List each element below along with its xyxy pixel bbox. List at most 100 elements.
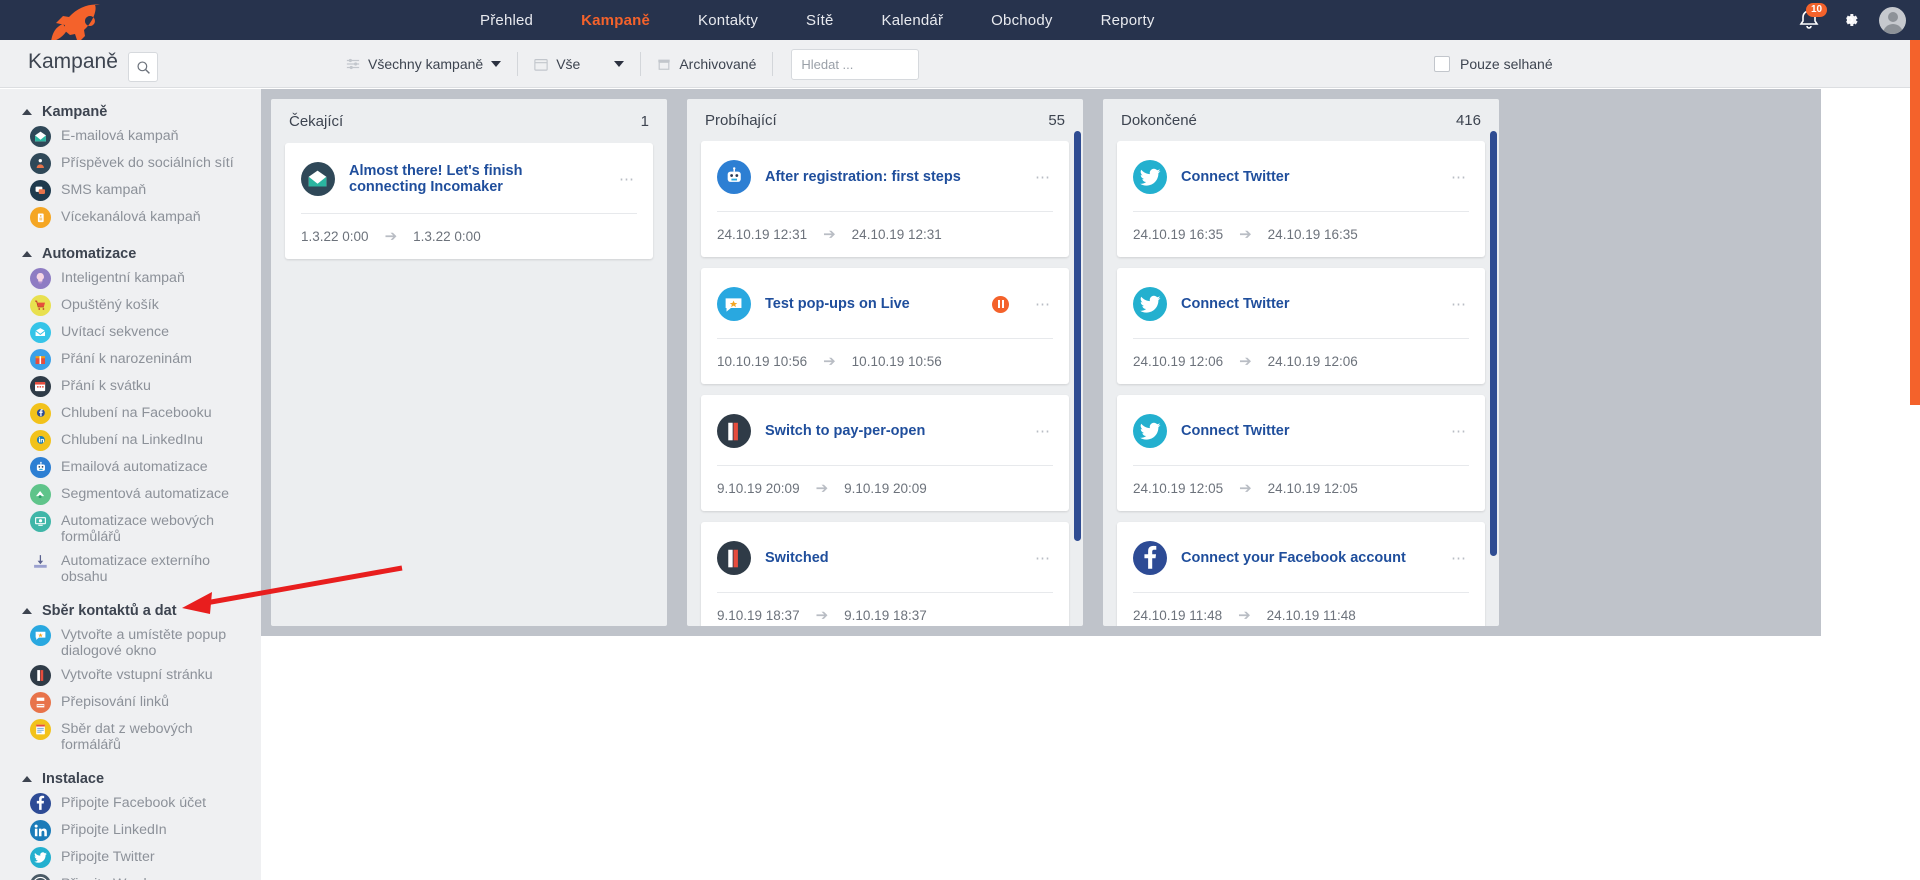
sidebar-item[interactable]: Sběr dat z webových formálářů bbox=[0, 716, 261, 756]
card-date-to: 24.10.19 16:35 bbox=[1267, 226, 1358, 242]
campaign-card[interactable]: Connect Twitter ⋯ 24.10.19 16:35 ➔ 24.10… bbox=[1117, 141, 1485, 258]
sidebar-item[interactable]: Připojte Facebook účet bbox=[0, 790, 261, 817]
sidebar-item[interactable]: Chlubení na LinkedInu bbox=[0, 427, 261, 454]
card-menu-button[interactable]: ⋯ bbox=[1449, 549, 1469, 567]
card-title[interactable]: Almost there! Let's finish connecting In… bbox=[349, 163, 603, 195]
sidebar-item[interactable]: E-mailová kampaň bbox=[0, 123, 261, 150]
sidebar-item-label: Příspěvek do sociálních sítí bbox=[61, 155, 234, 171]
card-title[interactable]: Connect Twitter bbox=[1181, 423, 1435, 439]
sidebar-item[interactable]: Přání k narozeninám bbox=[0, 346, 261, 373]
segment-automation-icon bbox=[30, 484, 51, 505]
sidebar-item-label: Automatizace webových formůlářů bbox=[61, 513, 214, 545]
twitter-icon bbox=[1133, 287, 1167, 322]
nav-link-kontakty[interactable]: Kontakty bbox=[698, 12, 758, 29]
card-menu-button[interactable]: ⋯ bbox=[1033, 549, 1053, 567]
card-header: Connect Twitter ⋯ bbox=[1133, 282, 1469, 326]
sidebar-item[interactable]: Uvítací sekvence bbox=[0, 319, 261, 346]
board-column: Probíhající 55 After registration: first … bbox=[687, 99, 1083, 626]
calendar-icon bbox=[534, 59, 548, 71]
column-title: Dokončené bbox=[1121, 111, 1197, 129]
card-title[interactable]: Connect Twitter bbox=[1181, 169, 1435, 185]
campaign-card[interactable]: Connect Twitter ⋯ 24.10.19 12:06 ➔ 24.10… bbox=[1117, 268, 1485, 385]
sidebar-item[interactable]: W Připojte Wordpress bbox=[0, 871, 261, 880]
page-scrollbar[interactable] bbox=[1910, 40, 1920, 405]
failed-only-checkbox[interactable] bbox=[1434, 56, 1450, 72]
nav-link-kampane[interactable]: Kampaně bbox=[581, 12, 650, 29]
notifications-button[interactable]: 10 bbox=[1797, 3, 1828, 32]
sidebar-item[interactable]: Chlubení na Facebooku bbox=[0, 400, 261, 427]
arrow-right-icon: ➔ bbox=[384, 228, 398, 245]
nav-link-site[interactable]: Sítě bbox=[806, 12, 833, 29]
card-title[interactable]: After registration: first steps bbox=[765, 169, 1019, 185]
campaign-card[interactable]: Almost there! Let's finish connecting In… bbox=[285, 143, 653, 259]
card-menu-button[interactable]: ⋯ bbox=[1449, 295, 1469, 313]
sidebar-group-header-3[interactable]: Instalace bbox=[0, 768, 261, 790]
sidebar-item[interactable]: Vícekanálová kampaň bbox=[0, 204, 261, 231]
search-input[interactable]: Hledat ... bbox=[791, 48, 920, 80]
sidebar-group: Sběr kontaktů a dat Vytvořte a umístěte p… bbox=[0, 600, 261, 756]
linkedin-icon bbox=[30, 820, 51, 841]
sidebar-item[interactable]: Inteligentní kampaň bbox=[0, 265, 261, 292]
sidebar-group-header-0[interactable]: Kampaně bbox=[0, 101, 261, 123]
card-dates: 9.10.19 20:09 ➔ 9.10.19 20:09 bbox=[717, 466, 1053, 511]
sidebar-item[interactable]: Automatizace webových formůlářů bbox=[0, 508, 261, 548]
sidebar-group-header-2[interactable]: Sběr kontaktů a dat bbox=[0, 600, 261, 622]
app-logo[interactable] bbox=[0, 0, 160, 42]
sidebar-item[interactable]: Vytvořte a umístěte popup dialogové okno bbox=[0, 622, 261, 662]
card-date-to: 24.10.19 12:06 bbox=[1267, 353, 1358, 369]
sidebar-item[interactable]: Přání k svátku bbox=[0, 373, 261, 400]
user-avatar[interactable] bbox=[1879, 6, 1906, 34]
linkedin-brag-icon bbox=[30, 430, 51, 451]
card-title[interactable]: Connect Twitter bbox=[1181, 296, 1435, 312]
card-menu-button[interactable]: ⋯ bbox=[617, 170, 637, 188]
facebook-icon bbox=[30, 793, 51, 814]
sidebar-item[interactable]: Připojte Twitter bbox=[0, 844, 261, 871]
nav-link-obchody[interactable]: Obchody bbox=[991, 12, 1052, 29]
column-scrollbar[interactable] bbox=[1074, 131, 1081, 541]
campaign-card[interactable]: After registration: first steps ⋯ 24.10.… bbox=[701, 141, 1069, 258]
campaign-card[interactable]: Connect your Facebook account ⋯ 24.10.19… bbox=[1117, 522, 1485, 626]
sidebar-item[interactable]: Příspěvek do sociálních sítí bbox=[0, 150, 261, 177]
campaign-board: Čekající 1 Almost there! Let's finish con… bbox=[261, 89, 1920, 880]
sidebar-item-label: Segmentová automatizace bbox=[61, 486, 229, 502]
campaign-card[interactable]: Switched ⋯ 9.10.19 18:37 ➔ 9.10.19 18:37 bbox=[701, 522, 1069, 626]
card-header: Connect Twitter ⋯ bbox=[1133, 155, 1469, 199]
filter-archived[interactable]: Archivované bbox=[641, 56, 772, 72]
campaign-card[interactable]: Connect Twitter ⋯ 24.10.19 12:05 ➔ 24.10… bbox=[1117, 395, 1485, 512]
sidebar-item[interactable]: SMS kampaň bbox=[0, 177, 261, 204]
title-search-button[interactable] bbox=[128, 52, 158, 82]
sidebar-item[interactable]: Emailová automatizace bbox=[0, 454, 261, 481]
card-dates: 1.3.22 0:00 ➔ 1.3.22 0:00 bbox=[301, 214, 637, 259]
gear-icon[interactable] bbox=[1839, 9, 1861, 31]
top-navigation-bar: Přehled Kampaně Kontakty Sítě Kalendář O… bbox=[0, 0, 1920, 42]
nav-link-prehled[interactable]: Přehled bbox=[480, 12, 533, 29]
card-menu-button[interactable]: ⋯ bbox=[1033, 168, 1053, 186]
sidebar-item[interactable]: Přepisování linků bbox=[0, 689, 261, 716]
campaign-card[interactable]: Switch to pay-per-open ⋯ 9.10.19 20:09 ➔… bbox=[701, 395, 1069, 512]
card-menu-button[interactable]: ⋯ bbox=[1449, 422, 1469, 440]
filter-all-campaigns[interactable]: Všechny kampaně bbox=[330, 56, 517, 72]
nav-link-reporty[interactable]: Reporty bbox=[1101, 12, 1155, 29]
filter-date-range[interactable]: Vše bbox=[518, 56, 640, 72]
card-menu-button[interactable]: ⋯ bbox=[1449, 168, 1469, 186]
sidebar-item-label: Opuštěný košík bbox=[61, 297, 159, 313]
campaign-card[interactable]: Test pop-ups on Live ⋯ 10.10.19 10:56 ➔ … bbox=[701, 268, 1069, 385]
nav-link-kalendar[interactable]: Kalendář bbox=[882, 12, 944, 29]
card-title[interactable]: Switched bbox=[765, 550, 1019, 566]
card-title[interactable]: Switch to pay-per-open bbox=[765, 423, 1019, 439]
sidebar-item[interactable]: Segmentová automatizace bbox=[0, 481, 261, 508]
sidebar-item[interactable]: Připojte LinkedIn bbox=[0, 817, 261, 844]
failed-only-filter[interactable]: Pouze selhané bbox=[1434, 40, 1553, 88]
sidebar-item[interactable]: Vytvořte vstupní stránku bbox=[0, 662, 261, 689]
column-scrollbar[interactable] bbox=[1490, 131, 1497, 556]
card-title[interactable]: Connect your Facebook account bbox=[1181, 550, 1435, 566]
email-campaign-icon bbox=[30, 126, 51, 147]
sidebar-group-header-1[interactable]: Automatizace bbox=[0, 243, 261, 265]
card-title[interactable]: Test pop-ups on Live bbox=[765, 296, 978, 312]
sidebar-item[interactable]: Opuštěný košík bbox=[0, 292, 261, 319]
chevron-down-icon-2 bbox=[614, 61, 625, 67]
card-menu-button[interactable]: ⋯ bbox=[1033, 422, 1053, 440]
card-menu-button[interactable]: ⋯ bbox=[1033, 295, 1053, 313]
sidebar-item[interactable]: Automatizace externího obsahu bbox=[0, 548, 261, 588]
sidebar-item-label: Vytvořte a umístěte popup dialogové okno bbox=[61, 627, 227, 659]
